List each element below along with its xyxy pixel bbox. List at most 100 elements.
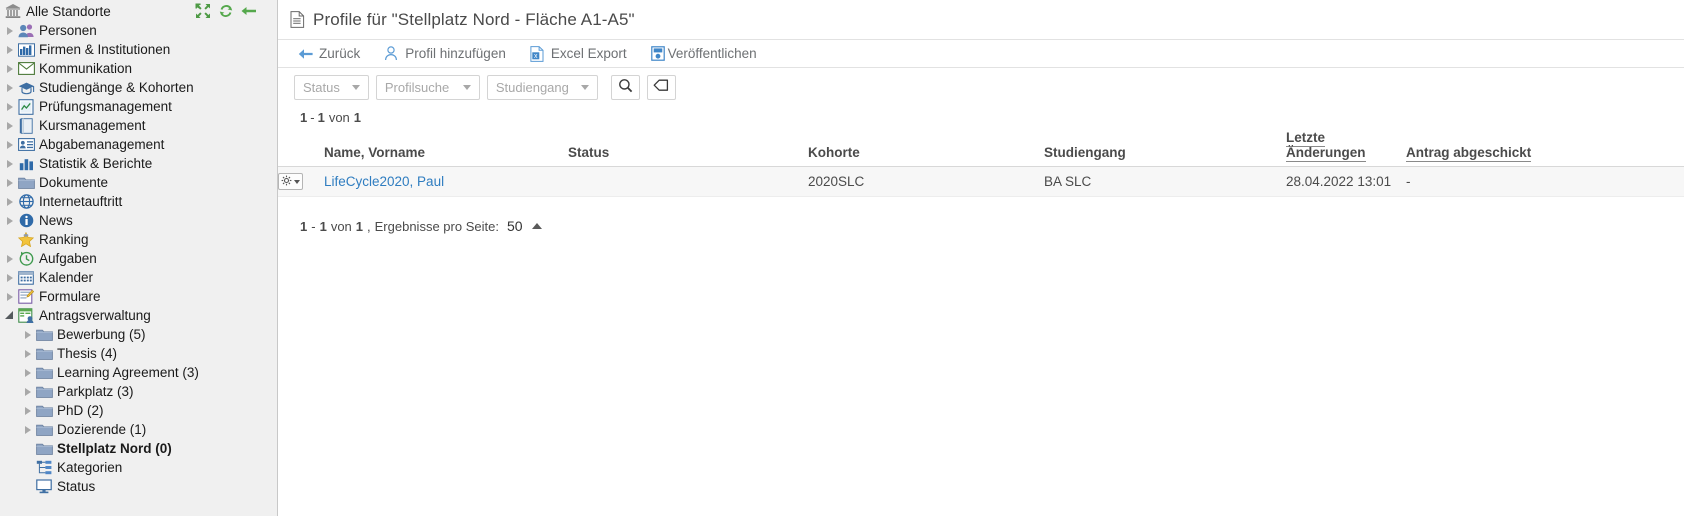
table-row[interactable]: LifeCycle2020, Paul 2020SLC BA SLC 28.04.20… bbox=[278, 166, 1684, 197]
chevron-right-icon[interactable] bbox=[4, 154, 17, 173]
chevron-right-icon[interactable] bbox=[4, 211, 17, 230]
envelope-icon bbox=[17, 61, 35, 77]
navigation-sidebar: Alle Standorte Personen Firmen & Institut… bbox=[0, 0, 278, 516]
cell-kohorte: 2020SLC bbox=[808, 166, 1044, 197]
folder-icon bbox=[35, 384, 53, 400]
search-button[interactable] bbox=[610, 74, 640, 100]
chevron-right-icon[interactable] bbox=[4, 78, 17, 97]
sidebar-item-stellplatz-nord-0[interactable]: Stellplatz Nord (0) bbox=[0, 439, 277, 458]
sidebar-item-learning-agreement-3[interactable]: Learning Agreement (3) bbox=[0, 363, 277, 382]
eraser-icon bbox=[653, 79, 669, 96]
chevron-down-icon bbox=[462, 84, 471, 90]
sidebar-item-bewerbung-5[interactable]: Bewerbung (5) bbox=[0, 325, 277, 344]
sidebar-item-aufgaben[interactable]: Aufgaben bbox=[0, 249, 277, 268]
sidebar-item-news[interactable]: News bbox=[0, 211, 277, 230]
back-button[interactable]: Zurück bbox=[296, 46, 360, 62]
excel-export-label: Excel Export bbox=[550, 46, 627, 61]
sidebar-item-label: Parkplatz (3) bbox=[57, 384, 134, 399]
status-filter[interactable]: Status bbox=[294, 74, 369, 100]
sidebar-item-label: Kategorien bbox=[57, 460, 123, 475]
chevron-right-icon[interactable] bbox=[4, 21, 17, 40]
sidebar-item-kursmanagement[interactable]: Kursmanagement bbox=[0, 116, 277, 135]
col-antrag-abgeschickt-label: Antrag abgeschickt bbox=[1406, 145, 1532, 162]
chevron-right-icon[interactable] bbox=[4, 135, 17, 154]
sidebar-item-label: Bewerbung (5) bbox=[57, 327, 146, 342]
chevron-right-icon[interactable] bbox=[4, 287, 17, 306]
folder-icon bbox=[35, 403, 53, 419]
sidebar-item-formulare[interactable]: Formulare bbox=[0, 287, 277, 306]
sidebar-item-label: Dokumente bbox=[39, 175, 109, 190]
status-filter-label: Status bbox=[303, 79, 340, 95]
sidebar-item-status[interactable]: Status bbox=[0, 477, 277, 496]
chevron-right-icon[interactable] bbox=[22, 325, 35, 344]
sidebar-item-pr-fungsmanagement[interactable]: Prüfungsmanagement bbox=[0, 97, 277, 116]
col-studiengang-label: Studiengang bbox=[1044, 145, 1126, 160]
chevron-down-icon bbox=[351, 84, 360, 90]
chevron-right-icon[interactable] bbox=[22, 382, 35, 401]
excel-export-button[interactable]: x Excel Export bbox=[528, 45, 627, 62]
chevron-right-icon[interactable] bbox=[22, 420, 35, 439]
chevron-right-icon[interactable] bbox=[4, 268, 17, 287]
page-title-text: Profile für "Stellplatz Nord - Fläche A1… bbox=[313, 9, 635, 29]
chevron-right-icon[interactable] bbox=[22, 363, 35, 382]
col-status[interactable]: Status bbox=[568, 128, 808, 167]
back-arrow-icon[interactable] bbox=[241, 3, 257, 19]
col-kohorte[interactable]: Kohorte bbox=[808, 128, 1044, 167]
sidebar-item-dokumente[interactable]: Dokumente bbox=[0, 173, 277, 192]
sidebar-item-thesis-4[interactable]: Thesis (4) bbox=[0, 344, 277, 363]
sidebar-item-phd-2[interactable]: PhD (2) bbox=[0, 401, 277, 420]
exam-icon bbox=[17, 98, 35, 115]
sidebar-item-firmen-institutionen[interactable]: Firmen & Institutionen bbox=[0, 40, 277, 59]
col-menu bbox=[278, 128, 324, 167]
sidebar-item-statistik-berichte[interactable]: Statistik & Berichte bbox=[0, 154, 277, 173]
profilsuche-filter[interactable]: Profilsuche bbox=[375, 74, 480, 100]
sidebar-item-parkplatz-3[interactable]: Parkplatz (3) bbox=[0, 382, 277, 401]
sidebar-item-kategorien[interactable]: Kategorien bbox=[0, 458, 277, 477]
col-status-label: Status bbox=[568, 145, 610, 160]
svg-text:x: x bbox=[534, 53, 538, 60]
col-antrag-abgeschickt[interactable]: Antrag abgeschickt bbox=[1406, 128, 1684, 167]
chevron-down-icon[interactable] bbox=[4, 306, 17, 325]
col-name[interactable]: Name, Vorname bbox=[324, 128, 568, 167]
gear-icon bbox=[281, 174, 292, 189]
refresh-icon[interactable] bbox=[218, 3, 234, 19]
sidebar-item-abgabemanagement[interactable]: Abgabemanagement bbox=[0, 135, 277, 154]
chevron-right-icon[interactable] bbox=[4, 59, 17, 78]
chevron-right-icon[interactable] bbox=[4, 249, 17, 268]
per-page-label: Ergebnisse pro Seite: bbox=[374, 218, 499, 234]
sidebar-item-ranking[interactable]: Ranking bbox=[0, 230, 277, 249]
info-icon bbox=[17, 213, 35, 229]
chevron-right-icon[interactable] bbox=[4, 97, 17, 116]
add-profile-button[interactable]: Profil hinzufügen bbox=[382, 46, 506, 62]
table-body: LifeCycle2020, Paul 2020SLC BA SLC 28.04.20… bbox=[278, 166, 1684, 197]
clear-filters-button[interactable] bbox=[646, 74, 676, 100]
search-icon bbox=[618, 78, 633, 96]
count-bottom-to: 1 bbox=[319, 218, 327, 234]
sidebar-item-dozierende-1[interactable]: Dozierende (1) bbox=[0, 420, 277, 439]
chevron-up-icon[interactable] bbox=[531, 223, 542, 229]
sidebar-item-internetauftritt[interactable]: Internetauftritt bbox=[0, 192, 277, 211]
chevron-right-icon[interactable] bbox=[22, 344, 35, 363]
per-page-value[interactable]: 50 bbox=[503, 218, 523, 234]
chevron-right-icon[interactable] bbox=[22, 401, 35, 420]
chevron-right-icon[interactable] bbox=[4, 173, 17, 192]
collapse-all-icon[interactable] bbox=[195, 3, 211, 19]
chevron-right-icon[interactable] bbox=[4, 40, 17, 59]
sidebar-item-personen[interactable]: Personen bbox=[0, 21, 277, 40]
studiengang-filter[interactable]: Studiengang bbox=[486, 74, 598, 100]
profile-name-link[interactable]: LifeCycle2020, Paul bbox=[324, 174, 444, 189]
sidebar-item-antragsverwaltung[interactable]: Antragsverwaltung bbox=[0, 306, 277, 325]
publish-icon bbox=[649, 46, 667, 62]
clock-icon bbox=[17, 251, 35, 267]
chevron-right-icon[interactable] bbox=[4, 116, 17, 135]
document-icon bbox=[288, 11, 306, 28]
col-studiengang[interactable]: Studiengang bbox=[1044, 128, 1286, 167]
sidebar-item-kommunikation[interactable]: Kommunikation bbox=[0, 59, 277, 78]
sidebar-item-studieng-nge-kohorten[interactable]: Studiengänge & Kohorten bbox=[0, 78, 277, 97]
cell-status bbox=[568, 166, 808, 197]
col-letzte-aenderungen[interactable]: Letzte Änderungen bbox=[1286, 128, 1406, 167]
row-actions-menu-button[interactable] bbox=[278, 173, 303, 190]
chevron-right-icon[interactable] bbox=[4, 192, 17, 211]
publish-button[interactable]: Veröffentlichen bbox=[649, 46, 757, 62]
sidebar-item-kalender[interactable]: Kalender bbox=[0, 268, 277, 287]
